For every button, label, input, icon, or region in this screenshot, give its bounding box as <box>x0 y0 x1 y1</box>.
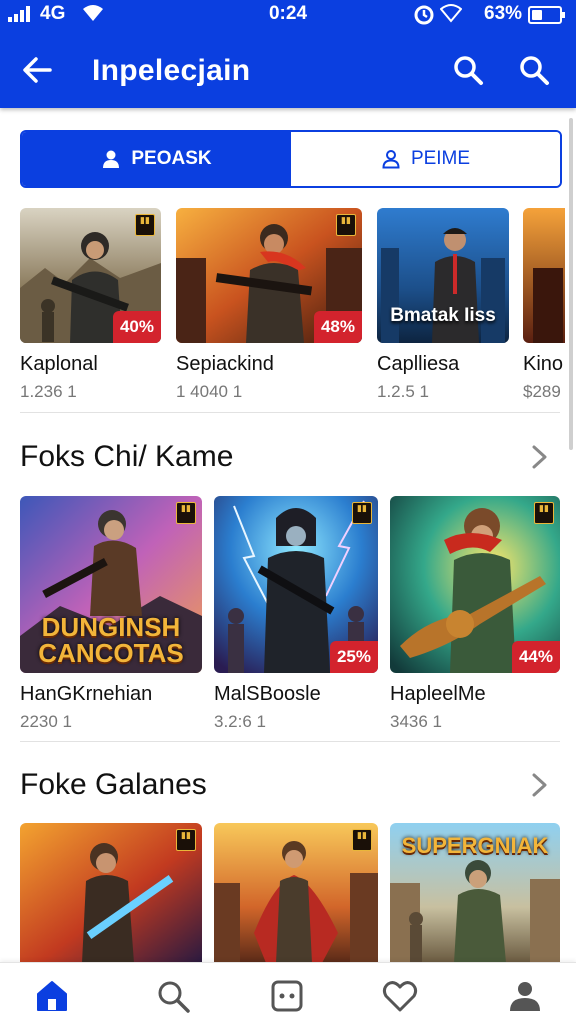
nav-favorites[interactable] <box>381 977 419 1015</box>
divider <box>20 412 560 413</box>
tab-label: PEIME <box>410 148 471 169</box>
game-card[interactable]: ▮▮ DUNGINSH CANCOTAS HanGKrnehian 2230 1 <box>20 496 202 732</box>
game-meta: 1.236 1 <box>20 382 77 401</box>
alarm-icon <box>414 5 434 25</box>
game-title: MalSBoosle <box>214 683 321 705</box>
nav-search[interactable] <box>154 977 192 1015</box>
tab-peime[interactable]: PEIME <box>291 132 560 186</box>
game-icon <box>271 980 303 1012</box>
back-arrow-icon[interactable] <box>20 52 56 88</box>
nav-profile[interactable] <box>506 977 544 1015</box>
game-meta: 3.2:6 1 <box>214 712 266 731</box>
status-bar: 4G 0:24 63% <box>0 0 576 30</box>
game-card[interactable]: ▮▮ 40% Kaplonal 1.236 1 <box>20 208 161 402</box>
game-logo-text: DUNGINSH CANCOTAS <box>38 612 184 668</box>
scrollbar[interactable] <box>569 118 573 450</box>
rating-badge-icon: ▮▮ <box>176 829 196 851</box>
game-title: Caplliesa <box>377 353 460 375</box>
discount-badge: 44% <box>511 641 560 673</box>
game-thumbnail: ▮▮ DUNGINSH CANCOTAS <box>20 496 202 673</box>
battery-percent: 63% <box>484 3 523 24</box>
game-card[interactable]: Kino $289 <box>523 208 565 402</box>
tab-peoask[interactable]: PEOASK <box>22 132 291 186</box>
game-meta: 3436 1 <box>390 712 442 731</box>
game-thumbnail <box>523 208 565 343</box>
tab-label: PEOASK <box>131 148 212 169</box>
rating-badge-icon: ▮▮ <box>534 502 554 524</box>
game-thumbnail: ▮▮ 48% <box>176 208 362 343</box>
discount-badge: 40% <box>112 311 161 343</box>
game-thumbnail: ▮▮ 44% <box>390 496 560 673</box>
game-logo-text: SUPERGNIAK <box>401 833 549 858</box>
game-title: Kaplonal <box>20 353 98 375</box>
chevron-right-icon[interactable] <box>528 442 552 472</box>
nav-games[interactable] <box>268 977 306 1015</box>
search-icon[interactable] <box>518 54 550 86</box>
game-card[interactable]: ▮▮ <box>214 823 378 963</box>
bottom-navigation <box>0 962 576 1024</box>
home-icon <box>37 981 67 1011</box>
rating-badge-icon: ▮▮ <box>352 829 372 851</box>
game-card[interactable]: Bmatak Iiss Caplliesa 1.2.5 1 <box>377 208 509 402</box>
game-card[interactable]: ▮▮ 44% HapleelMe 3436 1 <box>390 496 560 732</box>
section-title: Foke Galanes <box>20 768 207 801</box>
game-card[interactable]: ▮▮ 48% Sepiackind 1 4040 1 <box>176 208 362 402</box>
discount-badge: 48% <box>313 311 362 343</box>
rating-badge-icon: ▮▮ <box>352 502 372 524</box>
game-thumbnail: ▮▮ <box>214 823 378 963</box>
game-thumbnail: ▮▮ 40% <box>20 208 161 343</box>
game-title: Sepiackind <box>176 353 274 375</box>
person-outline-icon <box>382 150 400 169</box>
game-meta: 1 4040 1 <box>176 382 243 401</box>
rating-badge-icon: ▮▮ <box>336 214 356 236</box>
rating-badge-icon: ▮▮ <box>176 502 196 524</box>
game-title: Kino <box>523 353 564 375</box>
person-icon <box>103 150 120 168</box>
game-title: HapleelMe <box>390 683 486 705</box>
heart-icon <box>382 981 418 1012</box>
search-icon <box>158 981 190 1013</box>
game-meta: 2230 1 <box>20 712 72 731</box>
game-thumbnail: ▮▮ <box>20 823 202 963</box>
game-thumbnail: ▮▮ 25% <box>214 496 378 673</box>
game-title: HanGKrnehian <box>20 683 153 705</box>
chevron-right-icon[interactable] <box>528 770 552 800</box>
nav-home[interactable] <box>33 977 71 1015</box>
game-meta: $289 <box>523 382 561 401</box>
segmented-tabs: PEOASK PEIME <box>20 130 562 188</box>
page-title: Inpelecjain <box>92 54 251 87</box>
game-logo-text: Bmatak Iiss <box>390 305 496 326</box>
search-icon[interactable] <box>452 54 484 86</box>
game-card[interactable]: ▮▮ <box>20 823 202 963</box>
game-card[interactable]: ▮▮ 25% MalSBoosle 3.2:6 1 <box>214 496 378 732</box>
rating-badge-icon: ▮▮ <box>135 214 155 236</box>
game-meta: 1.2.5 1 <box>377 382 429 401</box>
wifi-icon <box>440 4 462 23</box>
battery-icon <box>528 6 565 24</box>
profile-icon <box>510 982 540 1011</box>
section-title: Foks Chi/ Kame <box>20 440 234 473</box>
top-app-bar: 4G 0:24 63% Inpelecjain <box>0 0 576 108</box>
discount-badge: 25% <box>329 641 378 673</box>
divider <box>20 741 560 742</box>
game-thumbnail: Bmatak Iiss <box>377 208 509 343</box>
game-card[interactable]: SUPERGNIAK <box>390 823 560 963</box>
game-thumbnail: SUPERGNIAK <box>390 823 560 963</box>
